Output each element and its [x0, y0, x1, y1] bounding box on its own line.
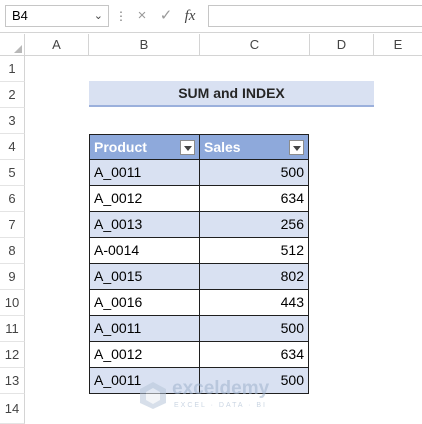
row-header[interactable]: 4: [0, 134, 25, 160]
row-header[interactable]: 6: [0, 186, 25, 212]
table-cell-product[interactable]: A_0013: [89, 211, 200, 238]
table-cell-product[interactable]: A_0012: [89, 341, 200, 368]
table-header-product[interactable]: Product: [89, 134, 200, 160]
formula-input[interactable]: [208, 5, 422, 27]
row-header[interactable]: 5: [0, 160, 25, 186]
enter-icon[interactable]: ✓: [155, 5, 177, 27]
cancel-icon[interactable]: ×: [131, 5, 153, 27]
name-box-value: B4: [12, 8, 28, 23]
table-header-sales[interactable]: Sales: [199, 134, 309, 160]
table-cell-sales[interactable]: 443: [199, 289, 309, 316]
table-cell-sales[interactable]: 634: [199, 341, 309, 368]
exceldemy-logo-icon: [140, 382, 166, 409]
header-label: Product: [94, 139, 147, 155]
more-options-icon[interactable]: ⋮: [115, 8, 127, 24]
column-header-d[interactable]: D: [310, 34, 374, 56]
column-header-b[interactable]: B: [89, 34, 200, 56]
filter-dropdown-icon[interactable]: [180, 140, 195, 155]
watermark-logo: exceldemy EXCEL · DATA · BI: [138, 378, 308, 414]
watermark-tagline: EXCEL · DATA · BI: [174, 402, 267, 409]
header-label: Sales: [204, 139, 241, 155]
row-header[interactable]: 7: [0, 212, 25, 238]
table-cell-sales[interactable]: 256: [199, 211, 309, 238]
row-header[interactable]: 8: [0, 238, 25, 264]
table-cell-product[interactable]: A_0016: [89, 289, 200, 316]
row-header[interactable]: 2: [0, 82, 25, 108]
formula-buttons: × ✓ fx: [127, 5, 203, 27]
row-header[interactable]: 14: [0, 394, 25, 424]
table-cell-sales[interactable]: 634: [199, 185, 309, 212]
worksheet-grid: A B C D E 1 2 3 4 5 6 7 8 9 10 11 12 13 …: [0, 34, 422, 424]
row-header[interactable]: 11: [0, 316, 25, 342]
column-header-e[interactable]: E: [374, 34, 422, 56]
sheet-title[interactable]: SUM and INDEX: [89, 81, 374, 107]
select-all-corner[interactable]: [0, 34, 25, 56]
formula-bar: B4 ⌄ ⋮ × ✓ fx: [0, 0, 422, 33]
row-header[interactable]: 12: [0, 342, 25, 368]
row-header[interactable]: 1: [0, 56, 25, 82]
table-cell-product[interactable]: A_0015: [89, 263, 200, 290]
table-cell-sales[interactable]: 500: [199, 315, 309, 342]
table-cell-product[interactable]: A_0011: [89, 315, 200, 342]
row-header[interactable]: 13: [0, 368, 25, 394]
column-header-a[interactable]: A: [25, 34, 89, 56]
row-header[interactable]: 9: [0, 264, 25, 290]
table-cell-product[interactable]: A-0014: [89, 237, 200, 264]
table-cell-sales[interactable]: 500: [199, 159, 309, 186]
table-cell-sales[interactable]: 802: [199, 263, 309, 290]
filter-dropdown-icon[interactable]: [289, 140, 304, 155]
table-cell-product[interactable]: A_0012: [89, 185, 200, 212]
column-header-c[interactable]: C: [200, 34, 310, 56]
table-cell-product[interactable]: A_0011: [89, 159, 200, 186]
insert-function-icon[interactable]: fx: [179, 5, 201, 27]
row-header[interactable]: 10: [0, 290, 25, 316]
chevron-down-icon[interactable]: ⌄: [94, 6, 103, 26]
name-box[interactable]: B4 ⌄: [5, 5, 109, 27]
table-cell-sales[interactable]: 512: [199, 237, 309, 264]
row-header[interactable]: 3: [0, 108, 25, 134]
watermark-name: exceldemy: [172, 378, 270, 399]
